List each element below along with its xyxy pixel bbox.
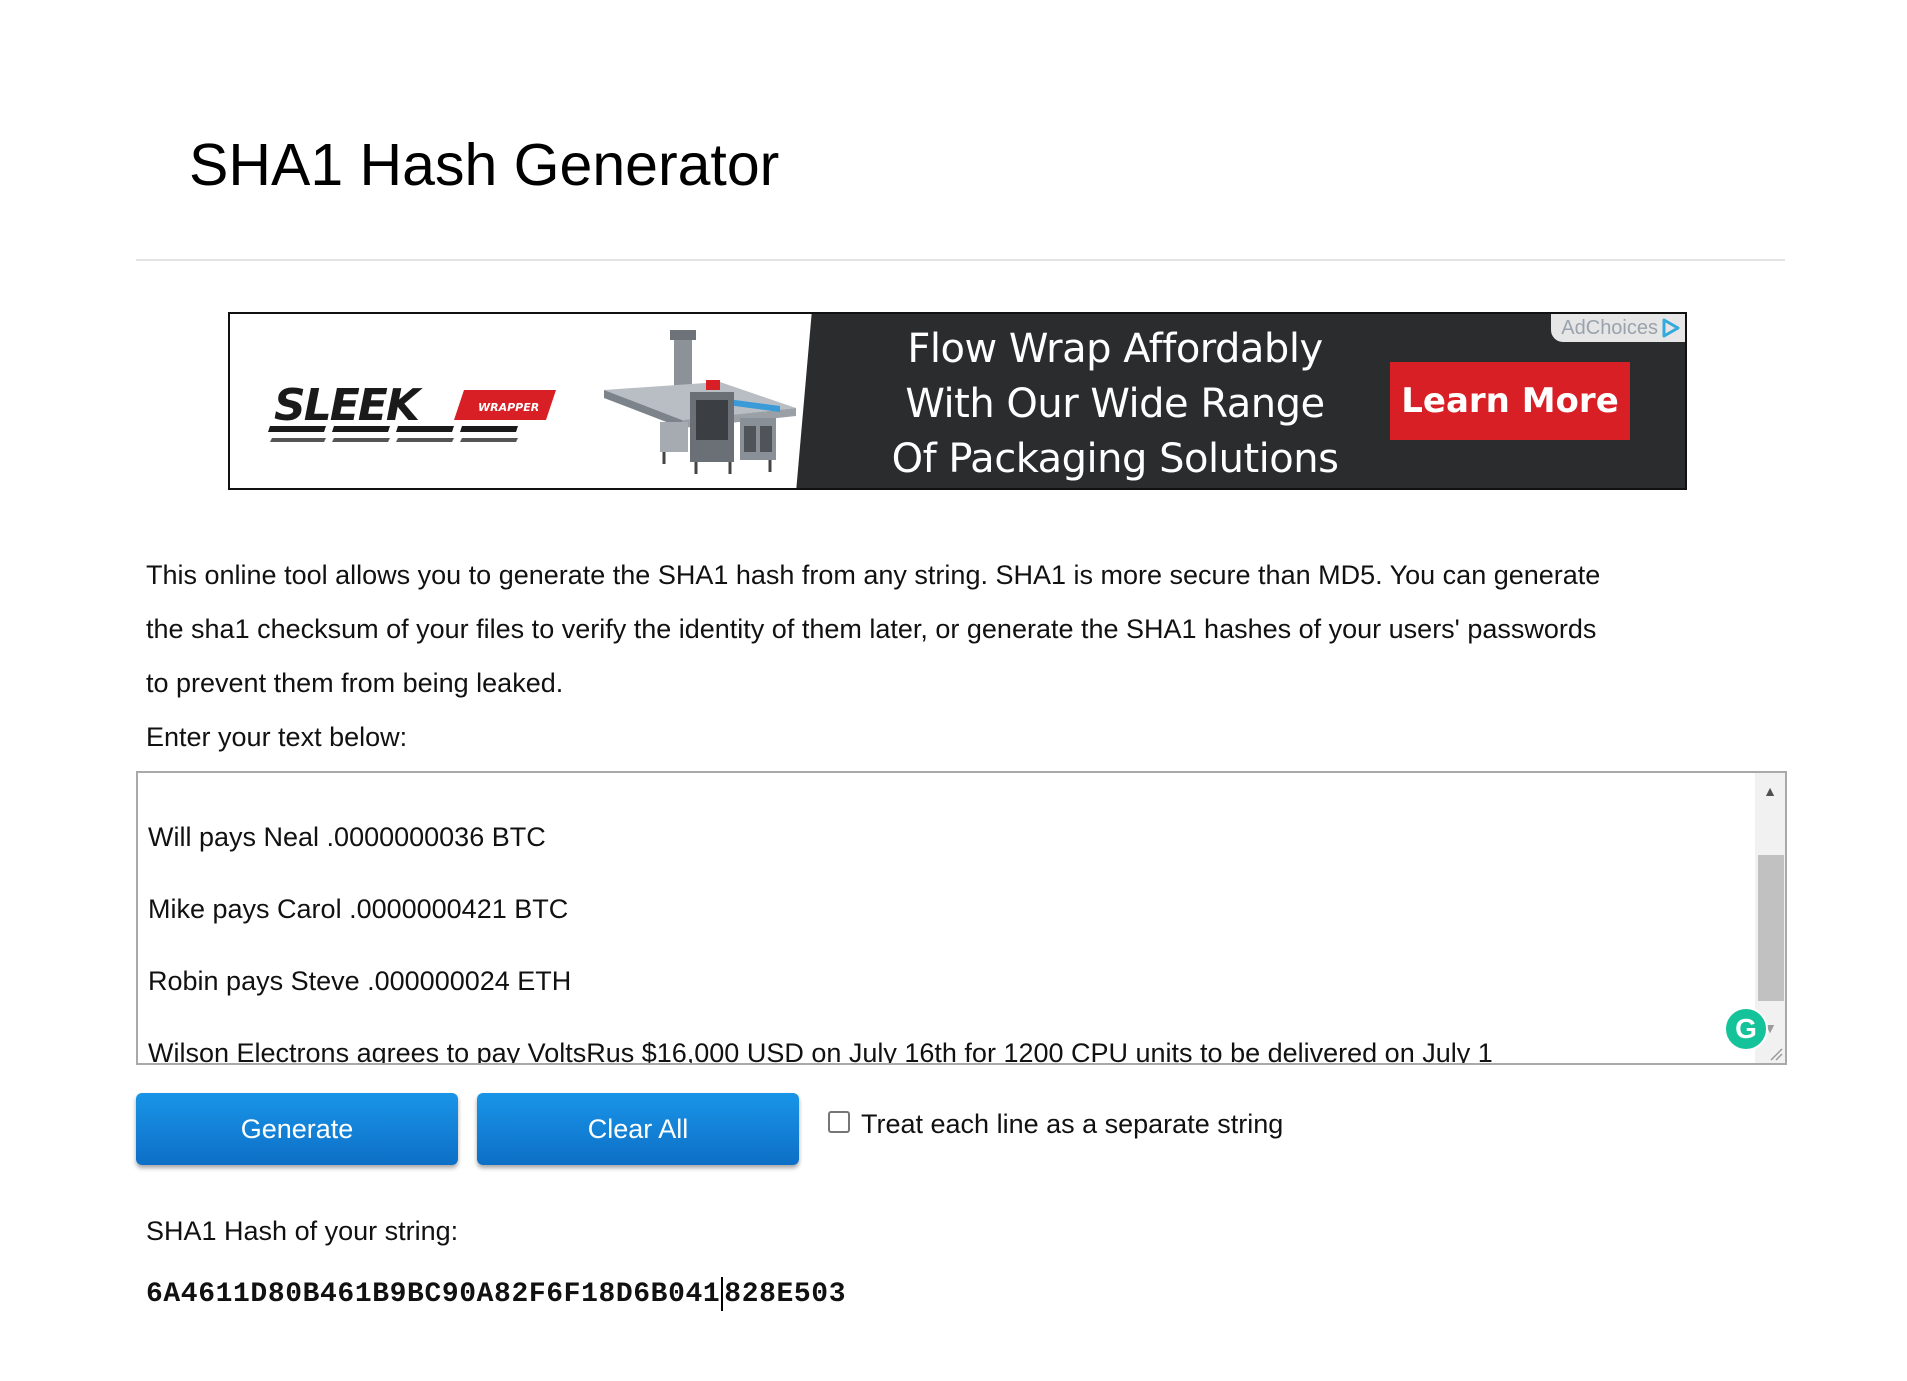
packaging-machine-image (604, 330, 796, 474)
ad-headline: Flow Wrap Affordably With Our Wide Range… (880, 322, 1350, 487)
grammarly-icon[interactable]: G (1724, 1007, 1768, 1051)
hash-text-part: 828E503 (724, 1279, 847, 1310)
logo-subword: WRAPPER (478, 401, 539, 414)
tool-description: This online tool allows you to generate … (146, 548, 1686, 710)
ad-banner[interactable]: SLEEK WRAPPER Flow Wrap Affordably With … (228, 312, 1687, 490)
hash-text-part: 6A4611D80B461B9BC90A82F6F18D6B041 (146, 1279, 721, 1310)
separate-lines-label[interactable]: Treat each line as a separate string (861, 1101, 1283, 1147)
logo-wordmark: SLEEK (274, 380, 423, 431)
result-label: SHA1 Hash of your string: (146, 1216, 459, 1246)
clear-all-button[interactable]: Clear All (477, 1093, 799, 1165)
description-line: This online tool allows you to generate … (146, 560, 1601, 590)
sha1-hash-output[interactable]: 6A4611D80B461B9BC90A82F6F18D6B041 828E503 (146, 1268, 846, 1322)
generate-button[interactable]: Generate (136, 1093, 458, 1165)
adchoices-triangle-icon (1662, 318, 1680, 338)
ad-headline-line: With Our Wide Range (905, 381, 1325, 427)
adchoices-label: AdChoices (1561, 316, 1658, 339)
separate-lines-checkbox[interactable] (828, 1111, 850, 1133)
text-caret (721, 1276, 724, 1311)
ad-headline-line: Flow Wrap Affordably (907, 326, 1323, 372)
text-input-content[interactable]: Will pays Neal .0000000036 BTC Mike pays… (148, 801, 1745, 1065)
header-divider (136, 259, 1785, 261)
scroll-up-arrow-icon[interactable]: ▲ (1755, 773, 1785, 809)
input-text-line: Will pays Neal .0000000036 BTC (148, 822, 546, 852)
input-label: Enter your text below: (146, 722, 408, 752)
scrollbar-thumb[interactable] (1758, 855, 1784, 1001)
description-line: the sha1 checksum of your files to verif… (146, 614, 1597, 644)
ad-headline-line: Of Packaging Solutions (891, 436, 1339, 482)
description-line: to prevent them from being leaked. (146, 668, 564, 698)
input-text-line: Mike pays Carol .0000000421 BTC (148, 894, 569, 924)
sleek-wrapper-logo: SLEEK WRAPPER (268, 380, 556, 442)
input-text-line: Wilson Electrons agrees to pay VoltsRus … (148, 1038, 1493, 1065)
input-text-line: Robin pays Steve .000000024 ETH (148, 966, 572, 996)
text-input-area[interactable]: Will pays Neal .0000000036 BTC Mike pays… (136, 771, 1787, 1065)
resize-grip-icon[interactable] (1767, 1045, 1783, 1061)
adchoices-link[interactable]: AdChoices (1551, 314, 1685, 342)
page-title: SHA1 Hash Generator (189, 132, 780, 198)
learn-more-button[interactable]: Learn More (1390, 362, 1630, 440)
